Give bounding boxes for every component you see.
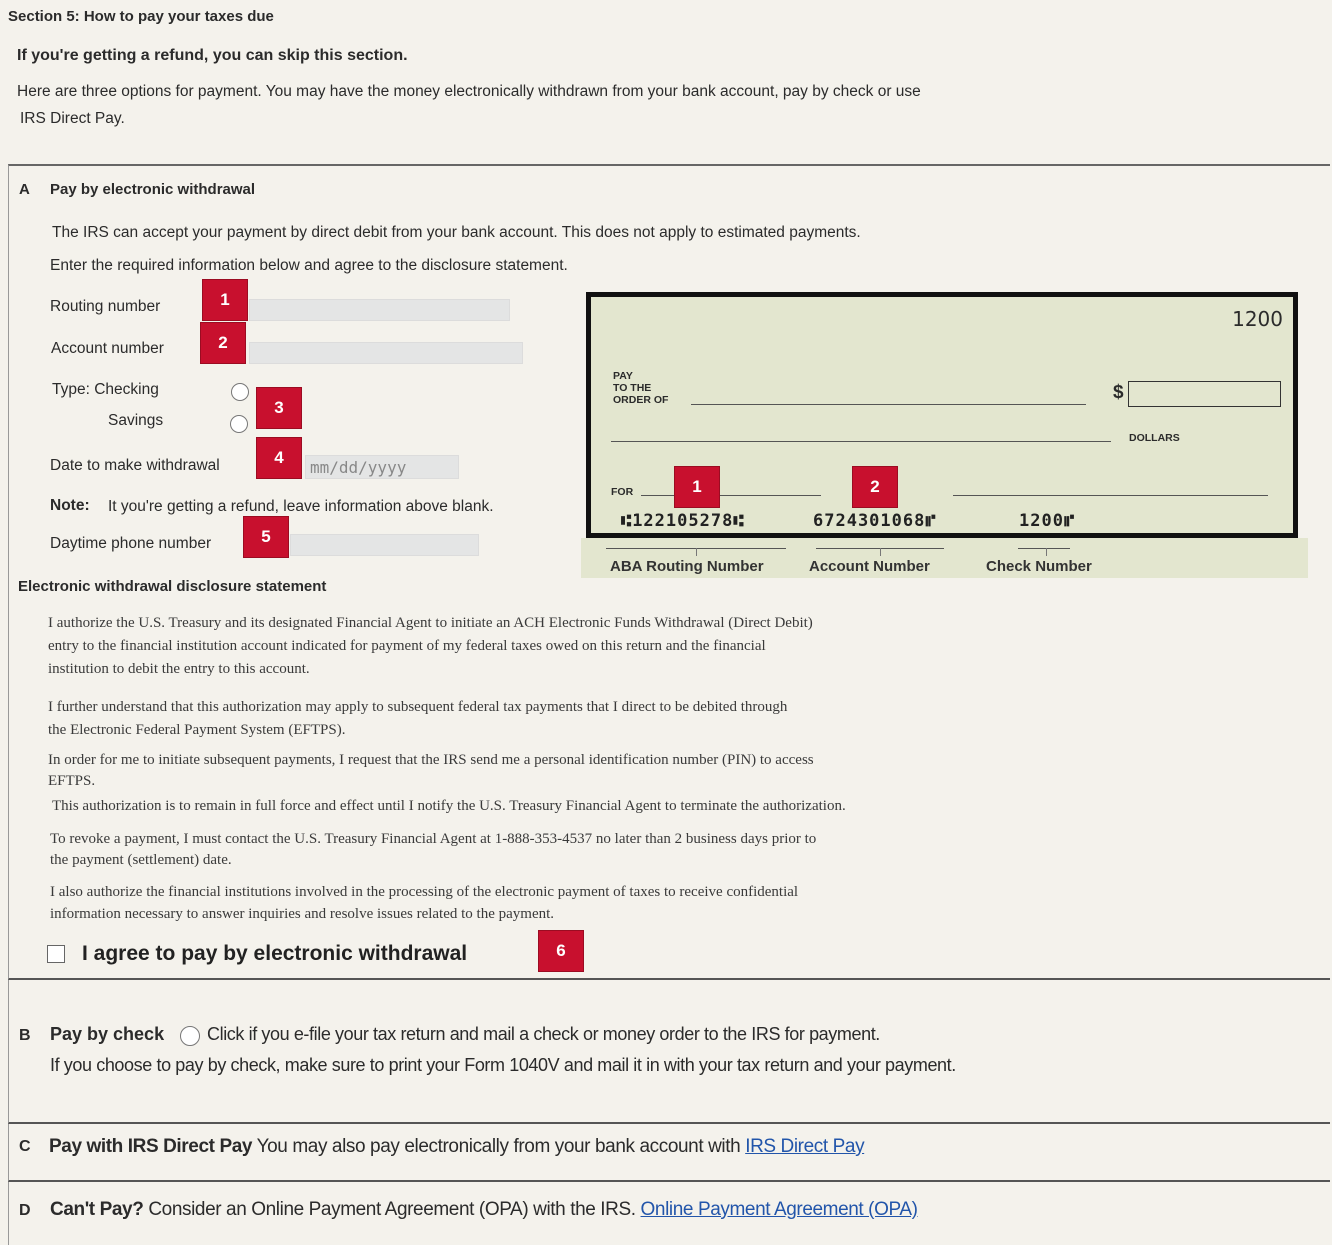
section-d-title: Can't Pay? [50,1199,144,1220]
dollars-label: DOLLARS [1129,432,1180,444]
disclosure-paragraph-2: I further understand that this authoriza… [48,699,788,738]
micr-check: 1200⑈ [1019,511,1076,531]
note-label: Note: [50,497,90,514]
payee-line [691,404,1086,405]
disclosure-paragraph-5: To revoke a payment, I must contact the … [50,831,817,868]
refund-note: If you're getting a refund, you can skip… [17,47,408,64]
dollar-sign: $ [1113,382,1124,403]
section-a-desc-2: Enter the required information below and… [50,257,568,274]
caption-tick-account [880,548,881,556]
disclosure-paragraph-3: In order for me to initiate subsequent p… [48,752,814,789]
section-a-letter: A [19,181,30,198]
pay-by-check-radio[interactable] [180,1026,200,1046]
phone-label: Daytime phone number [50,535,212,552]
micr-routing: ⑆122105278⑆ [621,511,745,531]
sample-check: 1200 PAY TO THE ORDER OF $ DOLLARS FOR 1… [586,292,1298,538]
check-badge-1: 1 [675,467,719,507]
savings-radio[interactable] [230,415,248,433]
savings-label: Savings [108,412,164,429]
dollars-line [611,441,1111,442]
date-input[interactable]: mm/dd/yyyy [305,455,459,479]
section-d-text: Consider an Online Payment Agreement (OP… [148,1199,636,1220]
section-d-letter: D [19,1202,31,1219]
agree-label[interactable]: I agree to pay by electronic withdrawal [82,942,467,966]
caption-routing: ABA Routing Number [610,558,764,575]
section-c-text: You may also pay electronically from you… [256,1136,741,1157]
disclosure-paragraph-6: I also authorize the financial instituti… [50,884,799,922]
section-b-box [8,980,1330,1124]
routing-label: Routing number [50,298,161,315]
section-a-desc-1: The IRS can accept your payment by direc… [52,224,861,241]
check-number-top: 1200 [1232,307,1283,331]
caption-check: Check Number [986,558,1092,575]
badge-1: 1 [203,280,247,320]
badge-4: 4 [257,438,301,478]
section-b-title: Pay by check [50,1024,165,1044]
badge-3: 3 [257,388,301,428]
routing-number-input[interactable] [249,299,510,321]
section-b-line-2: If you choose to pay by check, make sure… [50,1055,956,1075]
checking-radio[interactable] [231,383,249,401]
intro-line-2: IRS Direct Pay. [20,110,125,127]
micr-account: 6724301068⑈ [813,511,937,531]
section-b-radio-text: Click if you e-file your tax return and … [207,1024,880,1044]
disclosure-paragraph-4: This authorization is to remain in full … [52,798,846,814]
section-title: Section 5: How to pay your taxes due [8,8,274,25]
date-placeholder: mm/dd/yyyy [310,458,407,477]
opa-link[interactable]: Online Payment Agreement (OPA) [641,1199,918,1220]
caption-tick-check [1046,548,1047,556]
badge-5: 5 [244,517,288,557]
section-c-line: Pay with IRS Direct Pay You may also pay… [49,1136,865,1158]
caption-bracket-check [1018,548,1070,549]
pay-to-label: PAY TO THE ORDER OF [613,370,669,406]
badge-2: 2 [201,323,245,363]
amount-box [1128,381,1281,407]
phone-input[interactable] [290,534,479,556]
caption-tick-routing [696,548,697,556]
section-c-letter: C [19,1138,31,1155]
check-badge-2: 2 [853,467,897,507]
disclosure-paragraph-1: I authorize the U.S. Treasury and its de… [48,615,813,677]
section-c-title: Pay with IRS Direct Pay [49,1136,253,1157]
account-number-input[interactable] [249,342,523,364]
agree-checkbox[interactable] [47,945,65,963]
memo-line [641,495,821,496]
intro-line-1: Here are three options for payment. You … [17,83,921,100]
section-a-title: Pay by electronic withdrawal [50,181,256,198]
badge-6: 6 [539,931,583,971]
section-d-line: Can't Pay? Consider an Online Payment Ag… [50,1199,918,1221]
disclosure-title: Electronic withdrawal disclosure stateme… [18,578,327,595]
caption-account: Account Number [809,558,930,575]
for-label: FOR [611,486,634,498]
irs-direct-pay-link[interactable]: IRS Direct Pay [745,1136,864,1157]
signature-line [953,495,1268,496]
date-label: Date to make withdrawal [50,457,220,474]
section-b-letter: B [19,1027,31,1044]
type-checking-label: Type: Checking [52,381,159,398]
account-label: Account number [51,340,164,357]
note-text: It you're getting a refund, leave inform… [108,498,494,515]
